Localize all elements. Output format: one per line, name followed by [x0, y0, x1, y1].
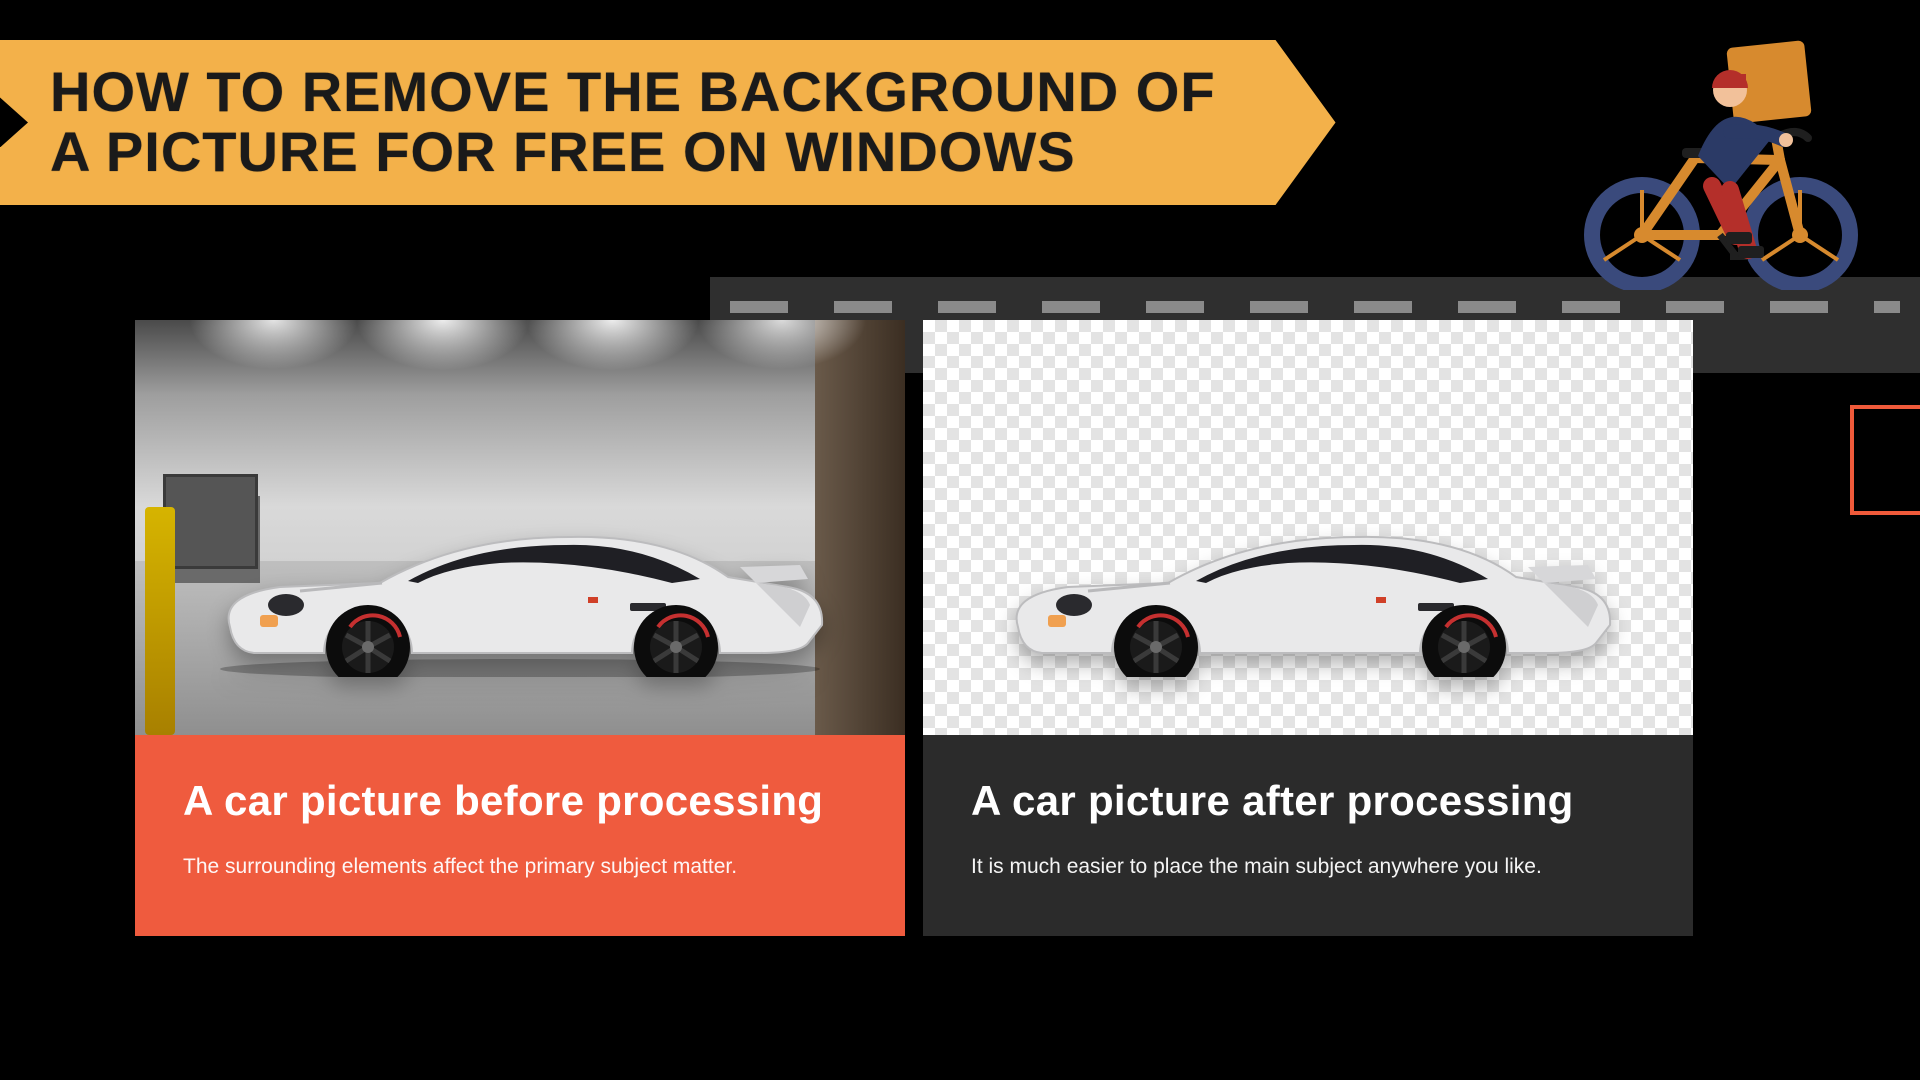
caption-before: A car picture before processing The surr… [135, 735, 905, 936]
cyclist-delivery-icon [1580, 40, 1860, 290]
caption-before-heading: A car picture before processing [183, 777, 857, 825]
image-before [135, 320, 905, 735]
caption-after-body: It is much easier to place the main subj… [971, 851, 1645, 884]
caption-after: A car picture after processing It is muc… [923, 735, 1693, 936]
title-line-1: HOW TO REMOVE THE BACKGROUND OF [50, 62, 1216, 122]
caption-after-heading: A car picture after processing [971, 777, 1645, 825]
car-icon [988, 487, 1628, 677]
title-line-2: A PICTURE FOR FREE ON WINDOWS [50, 122, 1216, 182]
card-after: A car picture after processing It is muc… [923, 320, 1693, 936]
page-title: HOW TO REMOVE THE BACKGROUND OF A PICTUR… [50, 62, 1216, 183]
comparison-cards: A car picture before processing The surr… [135, 320, 1693, 936]
car-icon [200, 487, 840, 677]
highlight-outline [1850, 405, 1920, 515]
card-before: A car picture before processing The surr… [135, 320, 905, 936]
image-after [923, 320, 1693, 735]
title-banner: HOW TO REMOVE THE BACKGROUND OF A PICTUR… [0, 40, 1336, 205]
arrow-icon [0, 97, 28, 147]
caption-before-body: The surrounding elements affect the prim… [183, 851, 857, 884]
